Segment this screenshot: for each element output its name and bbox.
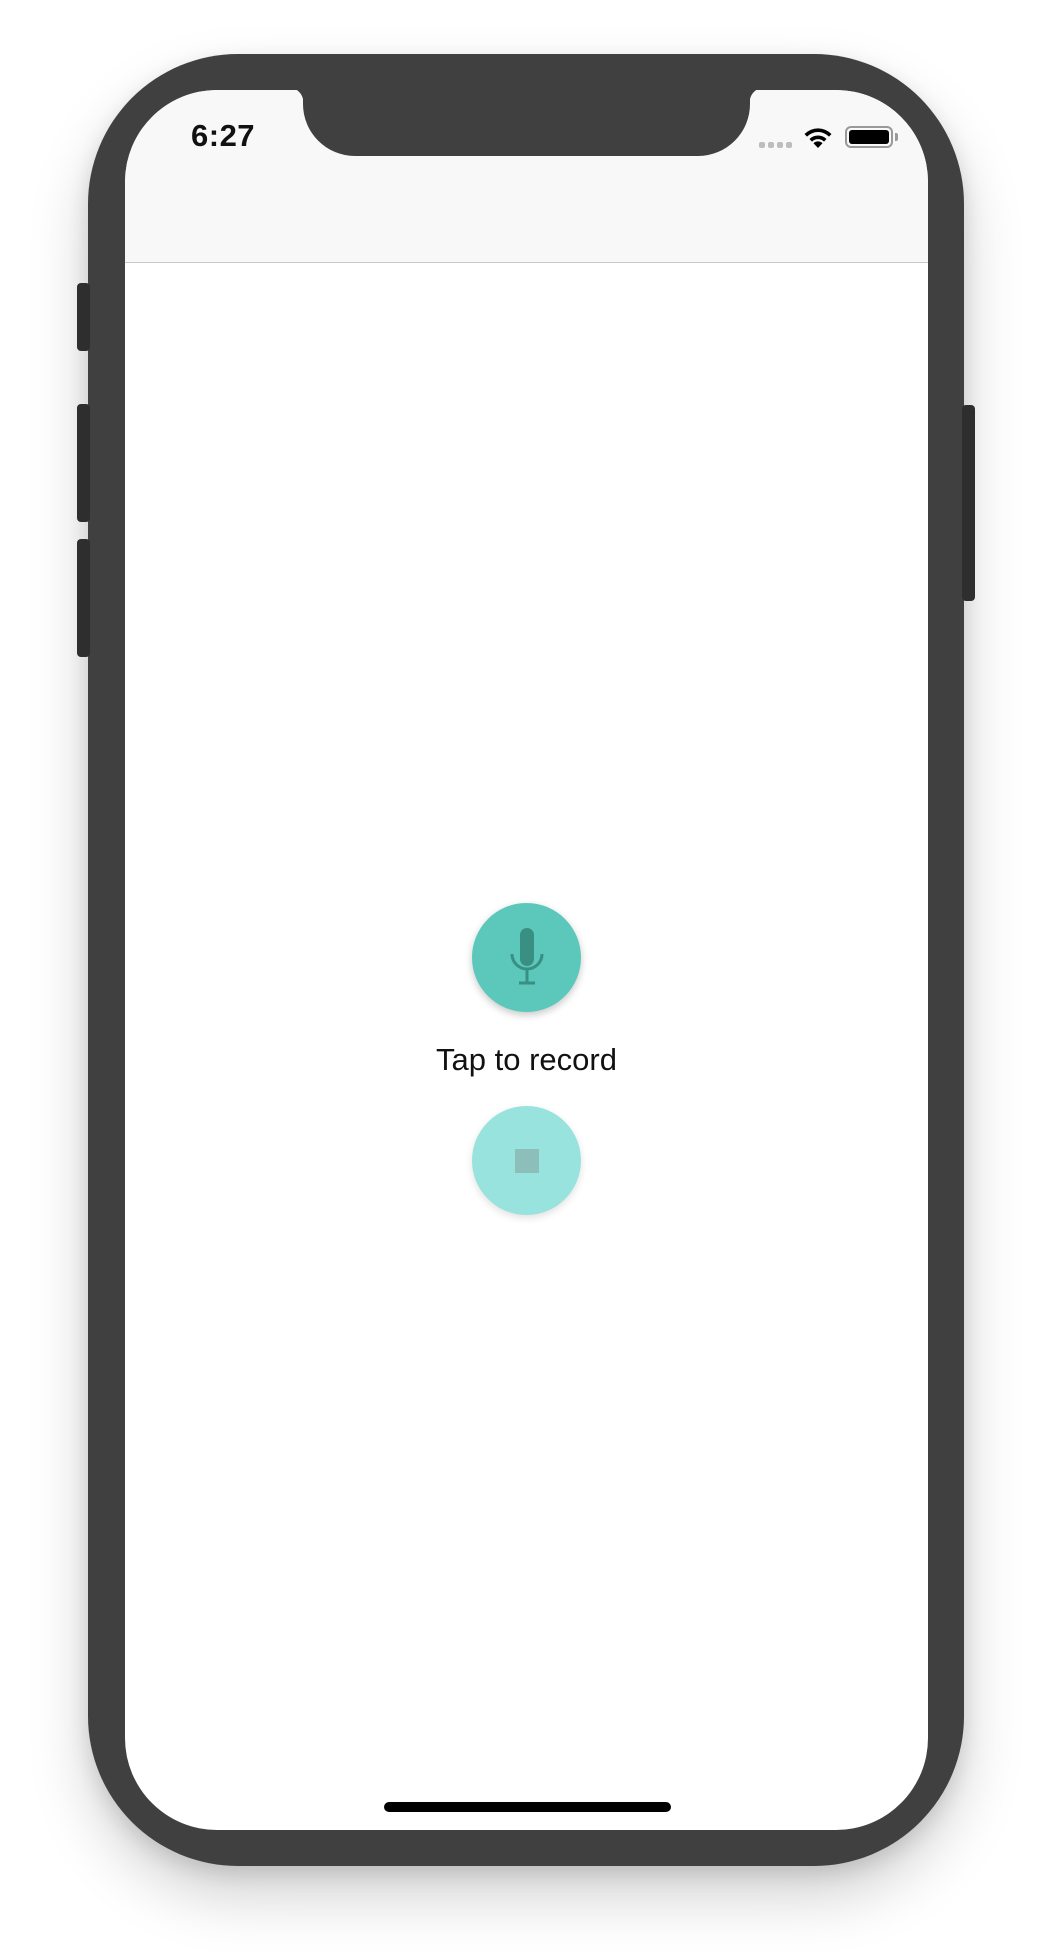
stop-button[interactable] <box>472 1106 581 1215</box>
stop-icon <box>514 1148 539 1173</box>
record-instruction-label: Tap to record <box>436 1042 617 1077</box>
device-notch <box>289 90 764 156</box>
cellular-signal-icon <box>759 142 792 148</box>
volume-up-button <box>77 404 90 522</box>
power-button <box>962 405 975 601</box>
home-indicator[interactable] <box>384 1802 671 1812</box>
volume-down-button <box>77 539 90 657</box>
wifi-icon <box>804 128 832 148</box>
microphone-icon <box>510 927 543 984</box>
battery-cap <box>895 133 898 141</box>
silent-switch <box>77 283 90 351</box>
record-button[interactable] <box>472 903 581 1012</box>
status-time: 6:27 <box>191 118 256 153</box>
battery-icon <box>845 126 893 148</box>
app-screen: 6:27 Tap to record <box>125 90 928 1830</box>
